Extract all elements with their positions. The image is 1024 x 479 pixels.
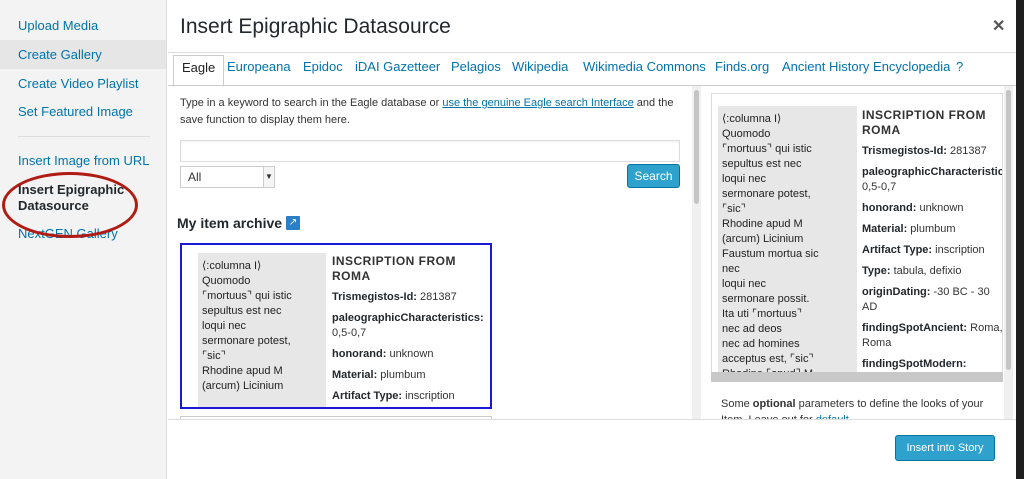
filter-select-value: All [188,170,202,184]
text-line: (arcum) Licinium [722,233,804,245]
preview-pane-scrollbar[interactable] [1004,86,1013,419]
inscription-title: INSCRIPTION FROM ROMA [332,254,456,283]
scrollbar-thumb[interactable] [1006,90,1011,370]
optional-parameters-text: Some optional parameters to define the l… [721,396,991,420]
text-line: ⟨:columna I⟩ [202,260,262,272]
text-line: ⌜mortuus⌝ qui istic [202,290,292,302]
search-intro: Type in a keyword to search in the Eagle… [180,95,680,129]
tab-idai-gazetteer[interactable]: iDAI Gazetteer [355,53,440,87]
menu-item-create-gallery[interactable]: Create Gallery [18,47,102,63]
scrollbar-thumb[interactable] [694,90,699,204]
field-artifact-type: Artifact Type: inscription [862,244,985,256]
inscription-text: ⟨:columna I⟩ Quomodo ⌜mortuus⌝ qui istic… [198,253,326,407]
insert-into-story-button[interactable]: Insert into Story [895,435,995,461]
tab-wikipedia[interactable]: Wikipedia [512,53,568,87]
text-line: loqui nec [202,320,247,332]
menu-item-upload-media[interactable]: Upload Media [18,18,98,34]
text-line: nec ad deos [722,323,782,335]
field-paleographic: paleographicCharacteristics: 0,5-0,7 [862,166,1003,193]
text-line: acceptus est, ⌜sic⌝ [722,353,814,365]
tab-pelagios[interactable]: Pelagios [451,53,501,87]
backdrop-edge [1016,0,1024,479]
intro-text: Type in a keyword to search in the Eagle… [180,97,443,109]
preview-inscription-text: ⟨:columna I⟩ Quomodo ⌜mortuus⌝ qui istic… [718,106,857,381]
text-line: Rhodine apud M [202,365,283,377]
text-line: Quomodo [722,128,771,140]
text-line: ⟨:columna I⟩ [722,113,782,125]
archive-item-card[interactable]: ⟨:columna I⟩ Quomodo ⌜mortuus⌝ qui istic… [180,243,492,409]
text-line: Ita uti ⌜mortuus⌝ [722,308,803,320]
field-material: Material: plumbum [862,223,956,235]
search-button[interactable]: Search [627,164,680,188]
media-menu: Upload Media Create Gallery Create Video… [0,0,167,479]
menu-item-insert-image-from-url[interactable]: Insert Image from URL [18,153,150,169]
field-artifact-type: Artifact Type: inscription [332,390,455,402]
text-line: nec ad homines [722,338,800,350]
chevron-down-icon: ▼ [263,167,274,187]
field-type: Type: tabula, defixio [862,265,962,277]
media-modal-frame: Upload Media Create Gallery Create Video… [0,0,1016,479]
text-line: Faustum mortua sic [722,248,819,260]
text-line: Rhodine apud M [722,218,803,230]
field-honorand: honorand: unknown [862,202,964,214]
menu-item-set-featured-image[interactable]: Set Featured Image [18,104,133,120]
field-honorand: honorand: unknown [332,348,434,360]
menu-separator [18,136,150,137]
tab-epidoc[interactable]: Epidoc [303,53,343,87]
text-line: ⌜mortuus⌝ qui istic [722,143,812,155]
field-finding-spot-ancient: findingSpotAncient: Roma, Roma [862,322,1003,349]
text-line: loqui nec [722,173,767,185]
text-line: nec [722,263,740,275]
search-pane: Type in a keyword to search in the Eagle… [168,86,690,419]
tab-eagle[interactable]: Eagle [173,55,225,87]
preview-title: INSCRIPTION FROM ROMA [862,108,986,137]
preview-card: ⟨:columna I⟩ Quomodo ⌜mortuus⌝ qui istic… [711,93,1003,382]
archive-heading: My item archive [177,215,283,231]
text-line: sermonare possit. [722,293,810,305]
filter-select[interactable]: All ▼ [180,166,275,188]
field-trismegistos: Trismegistos-Id: 281387 [332,291,457,303]
keyword-input[interactable] [180,140,680,162]
text-line: sepultus est nec [202,305,282,317]
field-finding-spot-modern: findingSpotModern: [862,358,967,370]
field-origin-dating: originDating: -30 BC - 30 AD [862,286,990,313]
preview-horizontal-scrollbar[interactable] [711,372,1003,382]
search-pane-scrollbar[interactable] [692,86,701,419]
text-line: sepultus est nec [722,158,802,170]
highlight-circle-annotation [2,172,138,238]
text-line: loqui nec [722,278,767,290]
preview-metadata: INSCRIPTION FROM ROMA Trismegistos-Id: 2… [862,108,1003,378]
modal-toolbar [168,419,1016,479]
tab-help[interactable]: ? [956,53,963,87]
tab-finds-org[interactable]: Finds.org [715,53,769,87]
text-line: sermonare potest, [722,188,811,200]
close-icon[interactable]: ✕ [992,16,1005,36]
field-trismegistos: Trismegistos-Id: 281387 [862,145,987,157]
menu-item-create-video-playlist[interactable]: Create Video Playlist [18,76,138,92]
text-line: ⌜sic⌝ [722,203,746,215]
field-material: Material: plumbum [332,369,426,381]
modal-title: Insert Epigraphic Datasource [180,15,451,38]
tab-wikimedia-commons[interactable]: Wikimedia Commons [583,53,706,87]
text-line: (arcum) Licinium [202,380,284,392]
tab-europeana[interactable]: Europeana [227,53,291,87]
inscription-metadata: INSCRIPTION FROM ROMA Trismegistos-Id: 2… [332,254,490,407]
text-line: ⌜sic⌝ [202,350,226,362]
eagle-search-interface-link[interactable]: use the genuine Eagle search Interface [442,97,633,109]
datasource-tabs: Eagle Europeana Epidoc iDAI Gazetteer Pe… [168,53,1016,87]
tab-ancient-history-encyclopedia[interactable]: Ancient History Encyclopedia [782,53,950,87]
text-line: Quomodo [202,275,251,287]
field-paleographic: paleographicCharacteristics: 0,5-0,7 [332,312,484,339]
external-link-icon[interactable]: ↗ [286,216,300,230]
text-line: sermonare potest, [202,335,291,347]
